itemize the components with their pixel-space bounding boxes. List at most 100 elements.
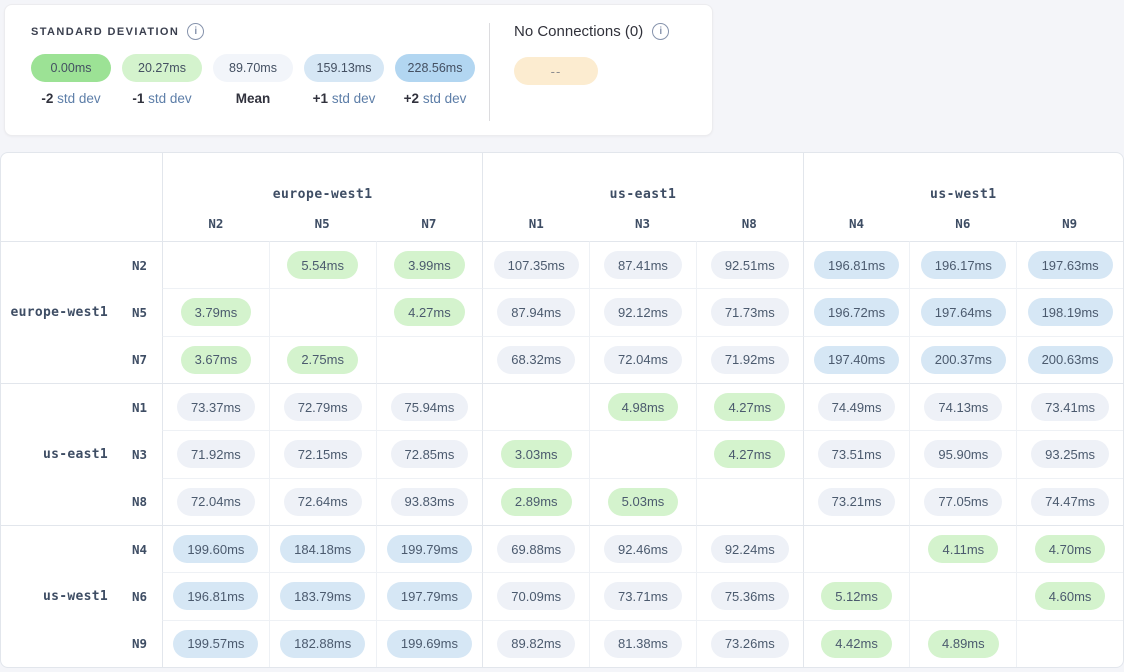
latency-pill[interactable]: 4.42ms xyxy=(821,630,892,658)
latency-pill[interactable]: 200.37ms xyxy=(921,346,1006,374)
matrix-cell[interactable]: 197.63ms xyxy=(1016,241,1123,288)
latency-pill[interactable]: 71.92ms xyxy=(711,346,789,374)
matrix-cell[interactable]: 3.03ms xyxy=(482,430,589,477)
latency-pill[interactable]: 4.27ms xyxy=(394,298,465,326)
latency-pill[interactable]: 199.57ms xyxy=(173,630,258,658)
latency-pill[interactable]: 197.79ms xyxy=(387,582,472,610)
matrix-cell[interactable]: 182.88ms xyxy=(269,620,376,667)
matrix-cell[interactable]: 77.05ms xyxy=(909,478,1016,525)
latency-pill[interactable]: 72.15ms xyxy=(284,440,362,468)
latency-pill[interactable]: 73.41ms xyxy=(1031,393,1109,421)
matrix-cell[interactable]: 4.27ms xyxy=(696,430,803,477)
matrix-cell[interactable]: 107.35ms xyxy=(482,241,589,288)
latency-pill[interactable]: 92.12ms xyxy=(604,298,682,326)
matrix-cell[interactable]: 197.40ms xyxy=(803,336,910,383)
matrix-cell[interactable]: 74.49ms xyxy=(803,383,910,430)
latency-pill[interactable]: 73.51ms xyxy=(818,440,896,468)
latency-pill[interactable]: 92.51ms xyxy=(711,251,789,279)
legend-pill[interactable]: 0.00ms xyxy=(31,54,111,82)
latency-pill[interactable]: 4.60ms xyxy=(1035,582,1106,610)
matrix-cell[interactable]: 71.92ms xyxy=(696,336,803,383)
matrix-cell[interactable]: 197.79ms xyxy=(376,572,483,619)
matrix-cell[interactable]: 95.90ms xyxy=(909,430,1016,477)
matrix-cell[interactable]: 72.04ms xyxy=(162,478,269,525)
latency-pill[interactable]: 92.24ms xyxy=(711,535,789,563)
latency-pill[interactable]: 73.26ms xyxy=(711,630,789,658)
matrix-cell[interactable]: 196.17ms xyxy=(909,241,1016,288)
latency-pill[interactable]: 69.88ms xyxy=(497,535,575,563)
latency-pill[interactable]: 87.94ms xyxy=(497,298,575,326)
latency-pill[interactable]: 196.81ms xyxy=(173,582,258,610)
matrix-cell[interactable]: 5.03ms xyxy=(589,478,696,525)
matrix-cell[interactable]: 199.60ms xyxy=(162,525,269,572)
latency-pill[interactable]: 3.99ms xyxy=(394,251,465,279)
latency-pill[interactable]: 72.04ms xyxy=(604,346,682,374)
latency-pill[interactable]: 87.41ms xyxy=(604,251,682,279)
matrix-cell[interactable]: 68.32ms xyxy=(482,336,589,383)
matrix-cell[interactable]: 5.12ms xyxy=(803,572,910,619)
latency-pill[interactable]: 4.98ms xyxy=(608,393,679,421)
matrix-cell[interactable]: 73.26ms xyxy=(696,620,803,667)
matrix-cell[interactable]: 183.79ms xyxy=(269,572,376,619)
matrix-cell[interactable]: 73.41ms xyxy=(1016,383,1123,430)
matrix-cell[interactable]: 93.83ms xyxy=(376,478,483,525)
matrix-cell[interactable]: 71.73ms xyxy=(696,288,803,335)
latency-pill[interactable]: 73.37ms xyxy=(177,393,255,421)
matrix-cell[interactable]: 74.13ms xyxy=(909,383,1016,430)
legend-pill[interactable]: 89.70ms xyxy=(213,54,293,82)
latency-pill[interactable]: 4.11ms xyxy=(928,535,998,563)
matrix-cell[interactable]: 75.94ms xyxy=(376,383,483,430)
latency-pill[interactable]: 197.40ms xyxy=(814,346,899,374)
latency-pill[interactable]: 4.27ms xyxy=(714,440,785,468)
matrix-cell[interactable]: 92.51ms xyxy=(696,241,803,288)
latency-pill[interactable]: 71.92ms xyxy=(177,440,255,468)
matrix-cell[interactable]: 71.92ms xyxy=(162,430,269,477)
latency-pill[interactable]: 184.18ms xyxy=(280,535,365,563)
matrix-cell[interactable]: 196.72ms xyxy=(803,288,910,335)
matrix-cell[interactable]: 70.09ms xyxy=(482,572,589,619)
latency-pill[interactable]: 72.64ms xyxy=(284,488,362,516)
matrix-cell[interactable]: 72.04ms xyxy=(589,336,696,383)
matrix-cell[interactable]: 4.89ms xyxy=(909,620,1016,667)
matrix-cell[interactable]: 2.89ms xyxy=(482,478,589,525)
legend-pill[interactable]: 20.27ms xyxy=(122,54,202,82)
matrix-cell[interactable]: 72.64ms xyxy=(269,478,376,525)
matrix-cell[interactable]: 92.46ms xyxy=(589,525,696,572)
latency-pill[interactable]: 81.38ms xyxy=(604,630,682,658)
matrix-cell[interactable]: 93.25ms xyxy=(1016,430,1123,477)
matrix-cell[interactable]: 4.70ms xyxy=(1016,525,1123,572)
matrix-cell[interactable]: 4.42ms xyxy=(803,620,910,667)
matrix-cell[interactable]: 92.24ms xyxy=(696,525,803,572)
latency-pill[interactable]: 196.17ms xyxy=(921,251,1006,279)
latency-pill[interactable]: 68.32ms xyxy=(497,346,575,374)
latency-pill[interactable]: 3.03ms xyxy=(501,440,572,468)
matrix-cell[interactable]: 73.71ms xyxy=(589,572,696,619)
matrix-cell[interactable]: 72.15ms xyxy=(269,430,376,477)
matrix-cell[interactable]: 4.27ms xyxy=(376,288,483,335)
latency-pill[interactable]: 182.88ms xyxy=(280,630,365,658)
matrix-cell[interactable]: 198.19ms xyxy=(1016,288,1123,335)
matrix-cell[interactable]: 200.63ms xyxy=(1016,336,1123,383)
matrix-cell[interactable]: 200.37ms xyxy=(909,336,1016,383)
latency-pill[interactable]: 183.79ms xyxy=(280,582,365,610)
latency-pill[interactable]: 5.12ms xyxy=(821,582,892,610)
latency-pill[interactable]: 3.67ms xyxy=(181,346,252,374)
latency-pill[interactable]: 72.04ms xyxy=(177,488,255,516)
matrix-cell[interactable]: 87.94ms xyxy=(482,288,589,335)
latency-pill[interactable]: 77.05ms xyxy=(924,488,1002,516)
latency-pill[interactable]: 74.49ms xyxy=(818,393,896,421)
matrix-cell[interactable]: 72.85ms xyxy=(376,430,483,477)
legend-pill[interactable]: 228.56ms xyxy=(395,54,475,82)
latency-pill[interactable]: 196.81ms xyxy=(814,251,899,279)
latency-pill[interactable]: 4.89ms xyxy=(928,630,999,658)
latency-pill[interactable]: 5.03ms xyxy=(608,488,679,516)
latency-pill[interactable]: 3.79ms xyxy=(181,298,252,326)
latency-pill[interactable]: 196.72ms xyxy=(814,298,899,326)
matrix-cell[interactable]: 3.79ms xyxy=(162,288,269,335)
matrix-cell[interactable]: 3.67ms xyxy=(162,336,269,383)
matrix-cell[interactable]: 199.79ms xyxy=(376,525,483,572)
matrix-cell[interactable]: 4.60ms xyxy=(1016,572,1123,619)
matrix-cell[interactable]: 197.64ms xyxy=(909,288,1016,335)
latency-pill[interactable]: 75.36ms xyxy=(711,582,789,610)
matrix-cell[interactable]: 5.54ms xyxy=(269,241,376,288)
